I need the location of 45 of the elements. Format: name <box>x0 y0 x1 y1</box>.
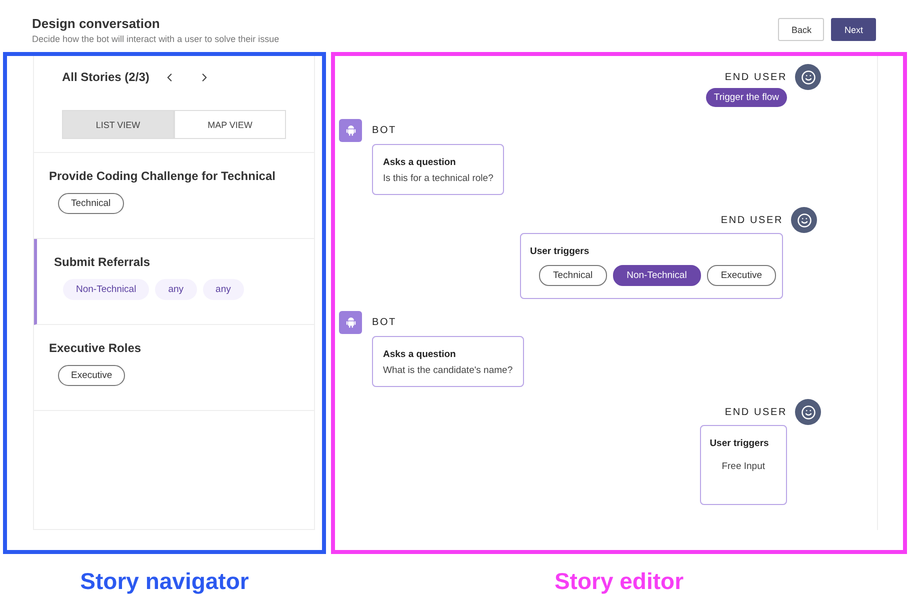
message-card[interactable]: Asks a question What is the candidate's name? <box>372 336 524 387</box>
trigger-card[interactable]: User triggers Technical Non-Technical Executive <box>520 233 783 299</box>
page-title: Design conversation <box>32 16 161 31</box>
story-title: Provide Coding Challenge for Technical <box>49 169 276 183</box>
trigger-card[interactable]: User triggers Free Input <box>700 425 787 505</box>
speaker-label: END USER <box>724 72 787 82</box>
story-title: Executive Roles <box>49 341 142 355</box>
smiley-avatar-icon <box>795 64 821 90</box>
card-heading: Asks a question <box>383 349 457 360</box>
card-heading: User triggers <box>530 246 590 257</box>
annotation-caption: Story navigator <box>80 568 249 595</box>
card-heading: User triggers <box>710 438 770 449</box>
speaker-label: END USER <box>724 406 787 418</box>
question-text: What is the candidate's name? <box>383 365 513 376</box>
view-tab[interactable]: LIST VIEW <box>62 110 174 139</box>
option-chip[interactable]: Technical <box>539 265 607 286</box>
trigger-pill[interactable]: Trigger the flow <box>706 88 787 107</box>
speaker-label: END USER <box>720 214 783 226</box>
question-text: Is this for a technical role? <box>383 173 494 184</box>
speaker-label: BOT <box>372 125 396 136</box>
smiley-avatar-icon <box>791 207 817 233</box>
free-input-text: Free Input <box>720 460 766 472</box>
robot-icon <box>344 124 356 137</box>
next-button[interactable]: Next <box>831 18 876 41</box>
message-card[interactable]: Asks a question Is this for a technical role? <box>372 144 504 195</box>
robot-icon <box>344 316 356 329</box>
stories-title: All Stories (2/3) <box>62 70 150 84</box>
back-button[interactable]: Back <box>778 18 824 41</box>
story-tag: Technical <box>58 193 124 214</box>
speaker-label: BOT <box>372 317 396 328</box>
story-item[interactable]: Submit Referrals Non-Technical any any <box>34 239 314 325</box>
option-chip[interactable]: Executive <box>706 265 776 286</box>
story-tag: Executive <box>58 365 126 386</box>
story-item[interactable]: Provide Coding Challenge for Technical Technical <box>34 153 314 239</box>
story-item[interactable]: Executive Roles Executive <box>34 325 314 411</box>
view-tab[interactable]: MAP VIEW <box>174 110 286 139</box>
annotation-caption: Story editor <box>554 568 684 595</box>
story-tag: any <box>155 279 197 300</box>
story-title: Submit Referrals <box>54 255 152 269</box>
card-heading: Asks a question <box>383 157 457 168</box>
story-tag: Non-Technical <box>63 279 150 300</box>
option-chip[interactable]: Non-Technical <box>612 265 701 286</box>
page-subtitle: Decide how the bot will interact with a user to solve their issue <box>32 34 280 44</box>
story-tag: any <box>202 279 244 300</box>
smiley-avatar-icon <box>795 399 821 425</box>
